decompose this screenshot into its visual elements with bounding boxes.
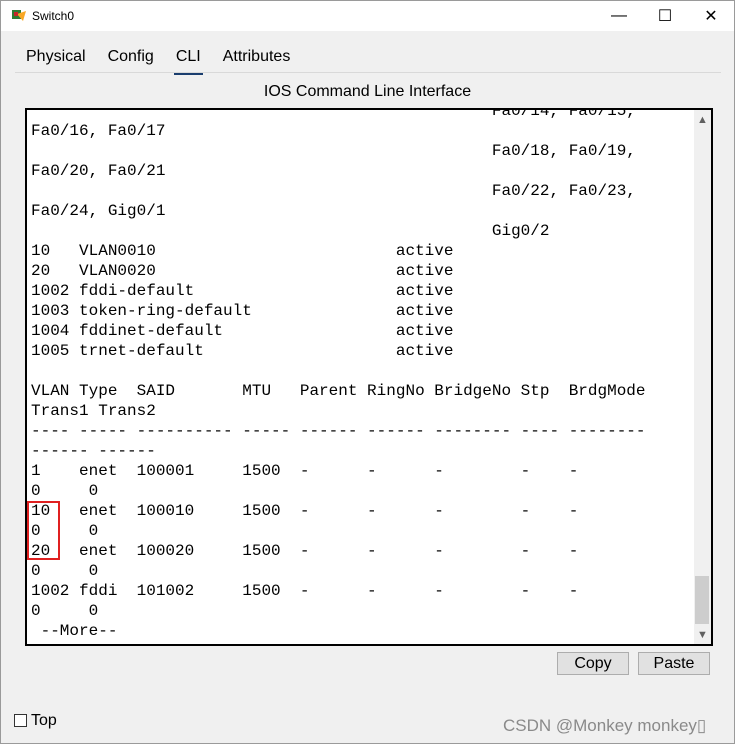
close-icon: ✕ (704, 8, 718, 25)
tab-cli[interactable]: CLI (165, 45, 212, 75)
paste-button[interactable]: Paste (638, 652, 710, 675)
minimize-button[interactable]: — (596, 1, 642, 31)
title-bar: Switch0 — ☐ ✕ (1, 1, 734, 31)
cli-output[interactable]: Fa0/14, Fa0/15, Fa0/16, Fa0/17 Fa0/18, F… (31, 110, 691, 641)
window-title: Switch0 (32, 9, 75, 23)
cli-console[interactable]: Fa0/14, Fa0/15, Fa0/16, Fa0/17 Fa0/18, F… (25, 108, 713, 646)
copy-button[interactable]: Copy (557, 652, 629, 675)
tab-attributes[interactable]: Attributes (212, 45, 302, 72)
vlan-id-highlight-box (27, 501, 60, 560)
maximize-button[interactable]: ☐ (642, 1, 688, 31)
tab-divider (15, 72, 721, 73)
maximize-icon: ☐ (657, 8, 673, 25)
scroll-thumb[interactable] (695, 576, 709, 624)
watermark: CSDN @Monkey monkey▯ (503, 716, 707, 735)
switch-window: Switch0 — ☐ ✕ Physical Config CLI Attrib… (0, 0, 735, 744)
minimize-icon: — (611, 7, 627, 24)
tab-physical[interactable]: Physical (15, 45, 97, 72)
tab-config[interactable]: Config (97, 45, 165, 72)
scroll-down-icon[interactable]: ▼ (694, 627, 711, 644)
top-label: Top (31, 712, 57, 729)
cli-scrollbar[interactable]: ▲ ▼ (694, 110, 711, 644)
panel-title: IOS Command Line Interface (263, 83, 472, 100)
scroll-up-icon[interactable]: ▲ (694, 112, 711, 129)
top-checkbox[interactable] (14, 714, 27, 727)
tab-bar: Physical Config CLI Attributes (15, 45, 302, 75)
packet-tracer-icon (12, 10, 26, 21)
close-button[interactable]: ✕ (688, 1, 734, 31)
